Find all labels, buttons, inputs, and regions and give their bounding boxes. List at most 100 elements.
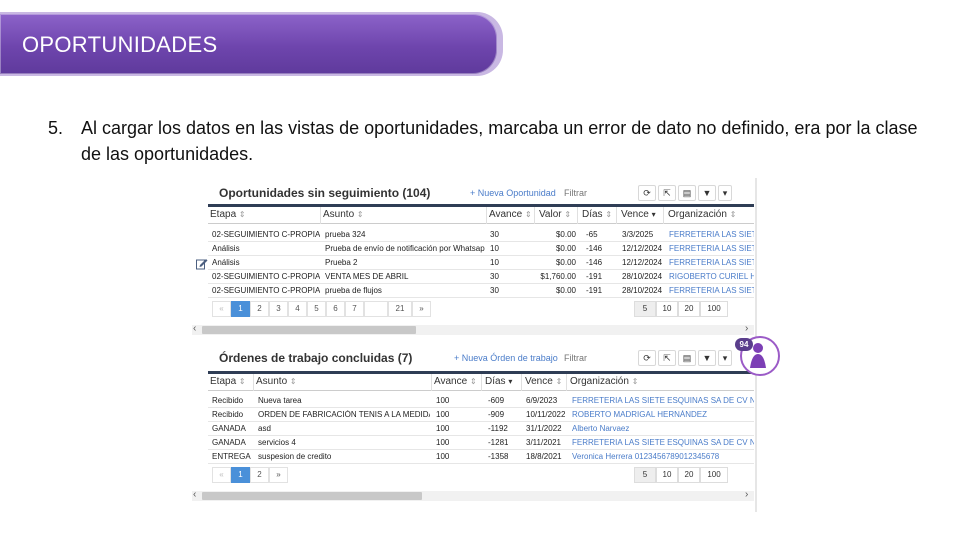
table-row[interactable]: Análisis Prueba de envío de notificación… <box>208 242 754 256</box>
export-button[interactable]: ⇱ <box>658 350 676 366</box>
pager-page-5[interactable]: 5 <box>307 301 326 317</box>
table-row[interactable]: Recibido Nueva tarea 100 -609 6/9/2023 F… <box>208 394 754 408</box>
orders-horizontal-scrollbar[interactable]: ‹ › <box>192 489 754 501</box>
col-etapa[interactable]: Etapa ⇕ <box>210 376 246 387</box>
col-asunto[interactable]: Asunto ⇕ <box>323 209 364 220</box>
sort-icon: ⇕ <box>564 210 572 219</box>
orders-table-header: Etapa ⇕ Asunto ⇕ Avance ⇕ Días ▾ Vence ⇕… <box>208 374 754 391</box>
col-etapa[interactable]: Etapa ⇕ <box>210 209 246 220</box>
col-organizacion[interactable]: Organización ⇕ <box>570 376 638 387</box>
pager-page-21[interactable]: 21 <box>388 301 412 317</box>
pager-gap <box>364 301 388 317</box>
pager-next[interactable]: » <box>269 467 288 483</box>
sort-icon: ⇕ <box>238 377 246 386</box>
note-number: 5. <box>48 118 64 138</box>
pager-page-2[interactable]: 2 <box>250 301 269 317</box>
orders-title: Órdenes de trabajo concluidas (7) <box>219 351 413 365</box>
scroll-right-icon[interactable]: › <box>745 323 748 334</box>
table-row[interactable]: 02-SEGUIMIENTO C-PROPIA prueba 324 30 $0… <box>208 228 754 242</box>
page-size-100[interactable]: 100 <box>700 467 728 483</box>
scroll-left-icon[interactable]: ‹ <box>193 489 196 500</box>
sort-icon: ⇕ <box>469 377 477 386</box>
refresh-icon: ⟳ <box>643 188 651 198</box>
refresh-button[interactable]: ⟳ <box>638 350 656 366</box>
new-order-link[interactable]: + Nueva Órden de trabajo <box>454 353 558 363</box>
columns-icon: ▤ <box>682 353 692 363</box>
sort-icon: ⇕ <box>631 377 639 386</box>
funnel-icon: ▼ <box>702 188 712 198</box>
funnel-icon: ▼ <box>702 353 712 363</box>
refresh-button[interactable]: ⟳ <box>638 185 656 201</box>
scroll-thumb[interactable] <box>202 326 416 334</box>
opportunities-filter-input[interactable] <box>562 185 628 201</box>
scroll-thumb[interactable] <box>202 492 422 500</box>
note-text: Al cargar los datos en las vistas de opo… <box>81 118 918 164</box>
more-options-button[interactable]: ▾ <box>718 350 732 366</box>
col-dias[interactable]: Días ⇕ <box>582 209 612 220</box>
sort-icon: ⇕ <box>605 210 613 219</box>
table-row[interactable]: Recibido ORDEN DE FABRICACIÓN TENIS A LA… <box>208 408 754 422</box>
pager-page-1[interactable]: 1 <box>231 467 250 483</box>
columns-icon: ▤ <box>682 188 692 198</box>
col-vence[interactable]: Vence ⇕ <box>525 376 562 387</box>
sort-icon: ⇕ <box>289 377 297 386</box>
opportunities-horizontal-scrollbar[interactable]: ‹ › <box>192 323 754 335</box>
refresh-icon: ⟳ <box>643 353 651 363</box>
pager-page-6[interactable]: 6 <box>326 301 345 317</box>
new-opportunity-link[interactable]: + Nueva Oportunidad <box>470 188 556 198</box>
opportunities-title: Oportunidades sin seguimiento (104) <box>219 186 431 200</box>
pager-page-4[interactable]: 4 <box>288 301 307 317</box>
page-size-10[interactable]: 10 <box>656 467 678 483</box>
pager-page-3[interactable]: 3 <box>269 301 288 317</box>
crm-screenshot: Oportunidades sin seguimiento (104) + Nu… <box>192 178 758 512</box>
page-size-5[interactable]: 5 <box>634 301 656 317</box>
table-row[interactable]: Análisis Prueba 2 10 $0.00 -146 12/12/20… <box>208 256 754 270</box>
pager-page-2[interactable]: 2 <box>250 467 269 483</box>
filter-button[interactable]: ▼ <box>698 350 716 366</box>
pager-prev[interactable]: « <box>212 301 231 317</box>
opportunities-table-header: Etapa ⇕ Asunto ⇕ Avance ⇕ Valor ⇕ Días ⇕… <box>208 207 754 224</box>
columns-button[interactable]: ▤ <box>678 350 696 366</box>
pager-page-7[interactable]: 7 <box>345 301 364 317</box>
more-options-button[interactable]: ▾ <box>718 185 732 201</box>
sort-icon: ⇕ <box>238 210 246 219</box>
export-icon: ⇱ <box>663 188 671 198</box>
col-asunto[interactable]: Asunto ⇕ <box>256 376 297 387</box>
chevron-down-icon: ▾ <box>722 188 728 198</box>
col-avance[interactable]: Avance ⇕ <box>489 209 532 220</box>
export-icon: ⇱ <box>663 353 671 363</box>
table-row[interactable]: 02-SEGUIMIENTO C-PROPIA VENTA MES DE ABR… <box>208 270 754 284</box>
chevron-down-icon: ▾ <box>722 353 728 363</box>
col-valor[interactable]: Valor ⇕ <box>539 209 571 220</box>
table-row[interactable]: GANADA servicios 4 100 -1281 3/11/2021 F… <box>208 436 754 450</box>
pager-page-1[interactable]: 1 <box>231 301 250 317</box>
col-organizacion[interactable]: Organización ⇕ <box>668 209 736 220</box>
export-button[interactable]: ⇱ <box>658 185 676 201</box>
sort-icon: ⇕ <box>555 377 563 386</box>
columns-button[interactable]: ▤ <box>678 185 696 201</box>
sort-icon: ⇕ <box>356 210 364 219</box>
page-size-20[interactable]: 20 <box>678 467 700 483</box>
pager-next[interactable]: » <box>412 301 431 317</box>
page-size-100[interactable]: 100 <box>700 301 728 317</box>
pager-prev[interactable]: « <box>212 467 231 483</box>
scroll-right-icon[interactable]: › <box>745 489 748 500</box>
col-avance[interactable]: Avance ⇕ <box>434 376 477 387</box>
sort-icon: ⇕ <box>729 210 737 219</box>
table-row[interactable]: 02-SEGUIMIENTO C-PROPIA prueba de flujos… <box>208 284 754 298</box>
col-vence[interactable]: Vence ▾ <box>621 209 656 220</box>
sort-icon: ⇕ <box>524 210 532 219</box>
page-size-10[interactable]: 10 <box>656 301 678 317</box>
sort-desc-icon: ▾ <box>651 210 656 219</box>
table-row[interactable]: GANADA asd 100 -1192 31/1/2022 Alberto N… <box>208 422 754 436</box>
col-dias[interactable]: Días ▾ <box>485 376 512 387</box>
edit-icon[interactable] <box>196 258 208 270</box>
orders-filter-input[interactable] <box>562 350 628 366</box>
page-size-20[interactable]: 20 <box>678 301 700 317</box>
page-size-5[interactable]: 5 <box>634 467 656 483</box>
scroll-left-icon[interactable]: ‹ <box>193 323 196 334</box>
table-row[interactable]: ENTREGA suspesion de credito 100 -1358 1… <box>208 450 754 464</box>
notification-count-badge: 94 <box>735 338 753 351</box>
sort-desc-icon: ▾ <box>508 377 513 386</box>
filter-button[interactable]: ▼ <box>698 185 716 201</box>
